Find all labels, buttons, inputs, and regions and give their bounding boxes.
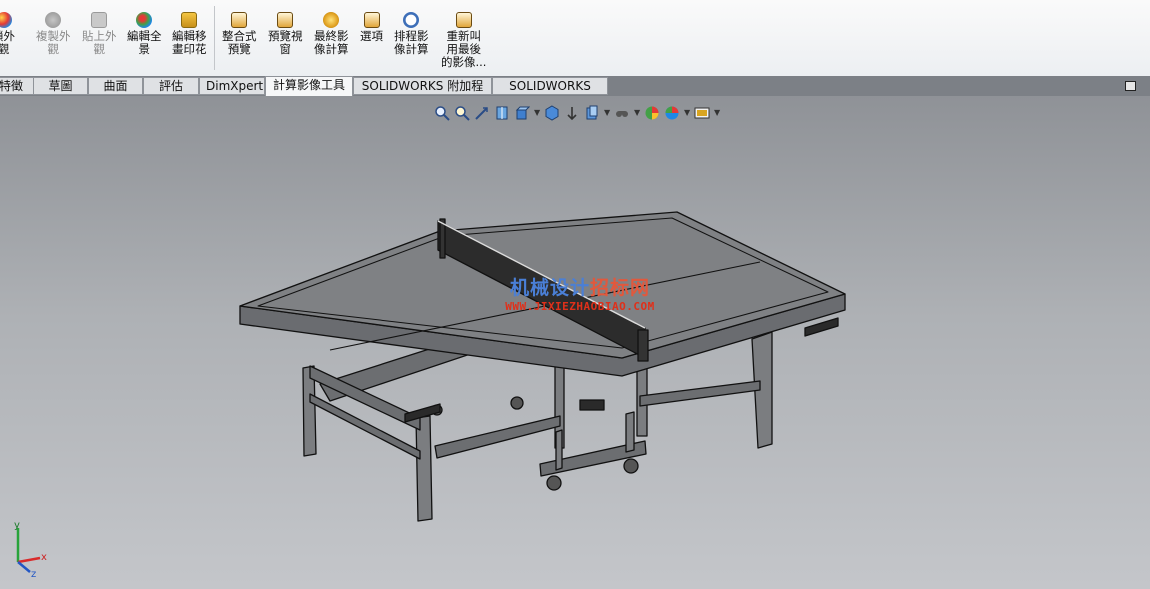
triad-x-label: x: [41, 552, 47, 563]
integrated-preview-button[interactable]: 整合式 預覽: [222, 12, 257, 56]
command-manager-ribbon: 鎖外 觀 複製外 觀 貼上外 觀 編輯全 景 編輯移 畫印花 整合式 預覽 預覽…: [0, 0, 1150, 77]
edit-appearance-button[interactable]: 鎖外 觀: [0, 12, 15, 56]
schedule-render-button[interactable]: 排程影 像計算: [394, 12, 429, 56]
recall-image-icon: [455, 12, 472, 28]
triad-z-label: z: [31, 569, 36, 578]
caster-wheel: [546, 475, 562, 491]
tab-solidworks-addins[interactable]: SOLIDWORKS 附加程式: [353, 77, 492, 110]
decal-icon: [181, 12, 198, 28]
options-button[interactable]: 選項: [360, 12, 383, 43]
preview-window-button[interactable]: 預覽視 窗: [268, 12, 303, 56]
tab-evaluate[interactable]: 評估: [143, 77, 199, 95]
final-render-button[interactable]: 最終影 像計算: [314, 12, 349, 56]
x-axis-arrow: [17, 556, 41, 564]
watermark-title-b: 招标网: [590, 277, 651, 299]
edit-scene-button[interactable]: 編輯全 景: [127, 12, 162, 56]
watermark-title-a: 机械设计: [509, 277, 590, 299]
paste-appearance-icon: [91, 12, 108, 28]
tab-render-tools[interactable]: 計算影像工具: [265, 76, 353, 97]
table-leg: [625, 411, 635, 453]
watermark-title: 机械设计招标网: [480, 273, 680, 300]
copy-appearance-icon: [45, 12, 62, 28]
collapse-panel-icon[interactable]: [1125, 81, 1136, 91]
tab-features[interactable]: 特徵: [0, 77, 34, 95]
z-axis-arrow: [17, 561, 31, 573]
watermark: 机械设计招标网 WWW.JIXIEZHAOBIAO.COM: [480, 273, 680, 313]
command-manager-tabs: 特徵 草圖 曲面 評估 DimXpert 計算影像工具 SOLIDWORKS 附…: [0, 76, 1150, 110]
tab-surfaces[interactable]: 曲面: [88, 77, 143, 95]
cross-brace: [434, 415, 561, 459]
triad-y-label: y: [14, 522, 20, 531]
paste-appearance-button[interactable]: 貼上外 觀: [82, 12, 117, 56]
logo-plate: [579, 399, 605, 411]
appearance-ball-icon: [0, 12, 12, 28]
scene-icon: [136, 12, 153, 28]
edit-decal-button[interactable]: 編輯移 畫印花: [172, 12, 207, 56]
copy-appearance-button[interactable]: 複製外 觀: [36, 12, 71, 56]
table-leg: [415, 415, 433, 522]
caster-wheel: [623, 458, 639, 474]
reference-triad: y x z: [14, 522, 47, 578]
recall-last-render-button[interactable]: 重新叫 用最後 的影像...: [441, 12, 486, 69]
table-leg: [555, 429, 563, 471]
table-tennis-table-model[interactable]: [0, 96, 1150, 589]
tab-sketch[interactable]: 草圖: [33, 77, 88, 95]
options-icon: [363, 12, 380, 28]
preview-window-icon: [277, 12, 294, 28]
schedule-clock-icon: [403, 12, 420, 28]
watermark-url: WWW.JIXIEZHAOBIAO.COM: [505, 300, 655, 313]
cross-brace: [639, 380, 761, 407]
caster-wheel: [510, 396, 524, 410]
graphics-area[interactable]: ▼ ▼ ▼ ▼ ▼ 机械设计招标网 WWW.JIXIEZHAOBIAO.COM …: [0, 96, 1150, 589]
ribbon-separator: [214, 6, 215, 70]
net-post: [637, 329, 649, 362]
tab-dimxpert[interactable]: DimXpert: [199, 77, 265, 95]
integrated-preview-icon: [231, 12, 248, 28]
final-render-icon: [323, 12, 340, 28]
tab-solidworks-mbd[interactable]: SOLIDWORKS MBD: [492, 77, 608, 110]
